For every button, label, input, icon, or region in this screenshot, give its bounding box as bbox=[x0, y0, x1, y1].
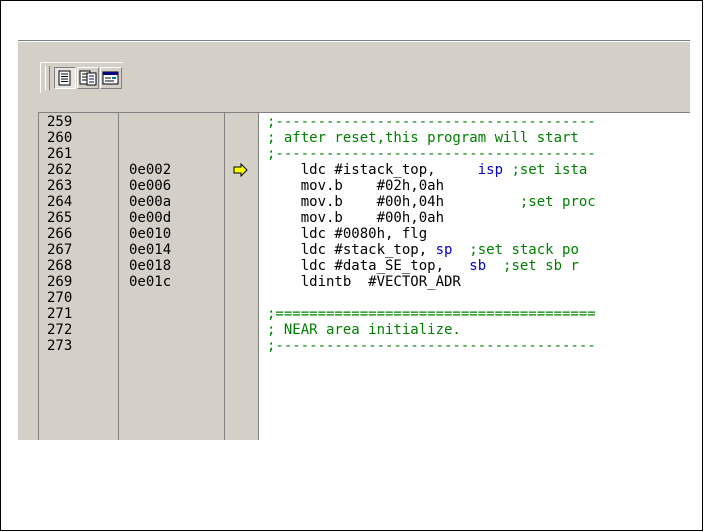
mixed-view-button[interactable] bbox=[77, 67, 99, 89]
source-line: ;-------------------------------------- bbox=[267, 114, 596, 130]
marker-column[interactable] bbox=[224, 112, 258, 440]
source-listing[interactable]: 259 260 261 262 263 264 265 266 267 268 269 270 271 2… bbox=[38, 112, 690, 440]
line-number: 259 bbox=[47, 114, 73, 130]
disassembly-view-icon bbox=[102, 71, 119, 85]
register-token: isp bbox=[477, 162, 504, 178]
view-toolbar bbox=[40, 62, 123, 93]
code-text: ldc #0080h, flg bbox=[267, 226, 428, 242]
source-line: ldc #0080h, flg bbox=[267, 226, 427, 242]
source-column[interactable]: ;--------------------------------------;… bbox=[258, 112, 690, 440]
line-number: 269 bbox=[47, 274, 73, 290]
code-address: 0e01c bbox=[129, 274, 172, 290]
comment-text: ;set proc bbox=[511, 194, 596, 210]
code-address: 0e018 bbox=[129, 258, 172, 274]
comment-text: ;-------------------------------------- bbox=[267, 338, 596, 354]
source-view-icon bbox=[58, 70, 71, 86]
current-pc-arrow-icon bbox=[233, 163, 248, 177]
code-text: ldc #istack_top, bbox=[267, 162, 478, 178]
code-text: mov.b #02h,0ah bbox=[267, 178, 445, 194]
code-address: 0e00a bbox=[129, 194, 172, 210]
code-text: ldc #data_SE_top, bbox=[267, 258, 470, 274]
source-line: mov.b #02h,0ah bbox=[267, 178, 444, 194]
code-address: 0e010 bbox=[129, 226, 172, 242]
source-line: ldc #stack_top, sp ;set stack po bbox=[267, 242, 579, 258]
code-text: ldintb #VECTOR_ADR bbox=[267, 274, 461, 290]
line-number: 271 bbox=[47, 306, 73, 322]
comment-text: ;set ista bbox=[503, 162, 588, 178]
comment-text: ;-------------------------------------- bbox=[267, 146, 596, 162]
source-line: ;====================================== bbox=[267, 306, 596, 322]
line-number: 265 bbox=[47, 210, 73, 226]
line-number: 268 bbox=[47, 258, 73, 274]
source-window: 259 260 261 262 263 264 265 266 267 268 269 270 271 2… bbox=[18, 40, 690, 440]
line-number-column: 259 260 261 262 263 264 265 266 267 268 269 270 271 2… bbox=[38, 112, 118, 440]
line-number: 273 bbox=[47, 338, 73, 354]
source-line: ;-------------------------------------- bbox=[267, 338, 596, 354]
comment-text: ; after reset,this program will start bbox=[267, 130, 579, 146]
source-line: ; NEAR area initialize. bbox=[267, 322, 461, 338]
code-address: 0e014 bbox=[129, 242, 172, 258]
code-address: 0e006 bbox=[129, 178, 172, 194]
comment-text: ;set sb r bbox=[486, 258, 579, 274]
toolbar-grip[interactable] bbox=[45, 66, 50, 90]
source-line: mov.b #00h,04h ;set proc bbox=[267, 194, 596, 210]
line-number: 267 bbox=[47, 242, 73, 258]
code-text: mov.b #00h,0ah bbox=[267, 210, 445, 226]
line-number: 262 bbox=[47, 162, 73, 178]
address-column: 0e002 0e006 0e00a 0e00d 0e010 0e014 0e018 0e01c bbox=[118, 112, 224, 440]
comment-text: ;set stack po bbox=[452, 242, 579, 258]
line-number: 272 bbox=[47, 322, 73, 338]
comment-text: ;====================================== bbox=[267, 306, 596, 322]
register-token: sb bbox=[469, 258, 487, 274]
code-address: 0e00d bbox=[129, 210, 172, 226]
line-number: 264 bbox=[47, 194, 73, 210]
disassembly-view-button[interactable] bbox=[100, 67, 122, 89]
comment-text: ;-------------------------------------- bbox=[267, 114, 596, 130]
comment-text: ; NEAR area initialize. bbox=[267, 322, 461, 338]
source-line: ldc #data_SE_top, sb ;set sb r bbox=[267, 258, 579, 274]
source-line: mov.b #00h,0ah bbox=[267, 210, 444, 226]
source-line: ldintb #VECTOR_ADR bbox=[267, 274, 461, 290]
line-number: 270 bbox=[47, 290, 73, 306]
mixed-view-icon bbox=[79, 70, 97, 86]
window-border-highlight bbox=[18, 41, 690, 42]
source-view-button[interactable] bbox=[54, 67, 76, 89]
register-token: sp bbox=[435, 242, 453, 258]
source-line: ; after reset,this program will start bbox=[267, 130, 579, 146]
code-address: 0e002 bbox=[129, 162, 172, 178]
line-number: 266 bbox=[47, 226, 73, 242]
code-text: ldc #stack_top, bbox=[267, 242, 436, 258]
line-number: 260 bbox=[47, 130, 73, 146]
source-line: ldc #istack_top, isp ;set ista bbox=[267, 162, 588, 178]
line-number: 261 bbox=[47, 146, 73, 162]
code-text: mov.b #00h,04h bbox=[267, 194, 512, 210]
source-line: ;-------------------------------------- bbox=[267, 146, 596, 162]
line-number: 263 bbox=[47, 178, 73, 194]
